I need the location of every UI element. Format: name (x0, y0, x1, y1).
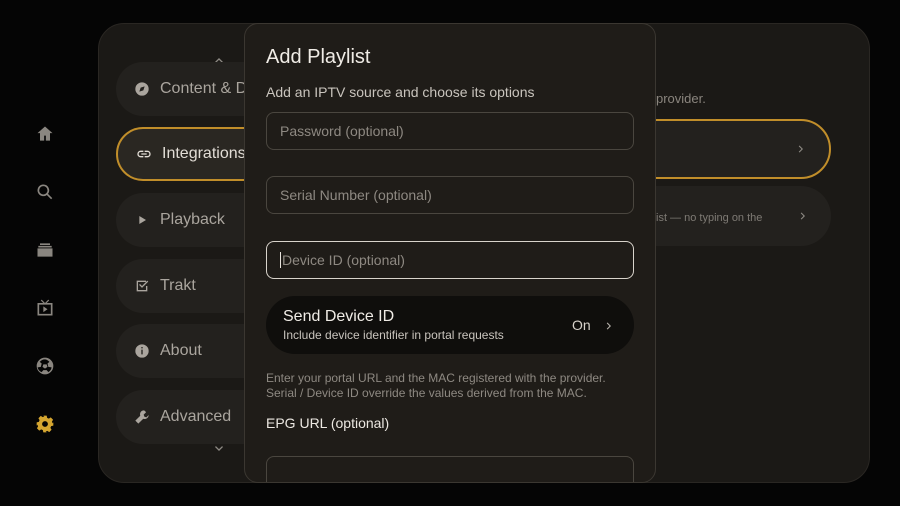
wrench-icon (135, 410, 149, 424)
text-caret (280, 252, 281, 268)
device-id-placeholder: Device ID (optional) (282, 252, 405, 268)
toggle-state: On (572, 317, 591, 333)
sports-icon[interactable] (33, 354, 57, 378)
chevron-right-icon (800, 212, 805, 220)
chevron-right-icon (603, 319, 615, 331)
toggle-title: Send Device ID (283, 308, 395, 325)
password-placeholder: Password (optional) (280, 123, 404, 139)
send-device-id-toggle[interactable]: Send Device ID Include device identifier… (266, 296, 634, 354)
link-icon (137, 150, 151, 158)
compass-icon (135, 82, 149, 96)
play-icon (139, 216, 146, 224)
dialog-title: Add Playlist (266, 46, 371, 68)
settings-item-label: Content & D (160, 80, 248, 97)
settings-item-label: Advanced (160, 408, 232, 425)
settings-item-label: Playback (160, 211, 225, 228)
chevron-right-icon (798, 145, 803, 153)
help-text-line: Serial / Device ID override the values d… (266, 386, 587, 400)
help-text-line: Enter your portal URL and the MAC regist… (266, 371, 606, 385)
integration-card-text: ist — no typing on the (656, 212, 763, 224)
checkbox-icon (136, 280, 149, 292)
search-icon[interactable] (33, 180, 57, 204)
nav-rail (0, 0, 90, 506)
settings-gear-icon[interactable] (33, 412, 57, 436)
toggle-subtitle: Include device identifier in portal requ… (283, 328, 504, 342)
scroll-down-chevron-icon[interactable] (211, 441, 227, 457)
epg-url-field[interactable] (266, 456, 634, 482)
password-field[interactable]: Password (optional) (266, 112, 634, 150)
add-playlist-dialog: Add Playlist Add an IPTV source and choo… (244, 23, 656, 483)
integration-description: provider. (656, 91, 706, 106)
library-icon[interactable] (33, 238, 57, 262)
epg-url-label: EPG URL (optional) (266, 415, 390, 431)
info-icon (135, 344, 149, 358)
settings-item-label: About (160, 342, 202, 359)
dialog-subtitle: Add an IPTV source and choose its option… (266, 84, 535, 100)
home-icon[interactable] (33, 122, 57, 146)
help-text: Enter your portal URL and the MAC regist… (266, 371, 646, 401)
settings-item-label: Trakt (160, 277, 196, 294)
serial-number-field[interactable]: Serial Number (optional) (266, 176, 634, 214)
settings-item-label: Integrations (162, 145, 246, 162)
live-tv-icon[interactable] (33, 296, 57, 320)
serial-number-placeholder: Serial Number (optional) (280, 187, 432, 203)
device-id-field[interactable]: Device ID (optional) (266, 241, 634, 279)
